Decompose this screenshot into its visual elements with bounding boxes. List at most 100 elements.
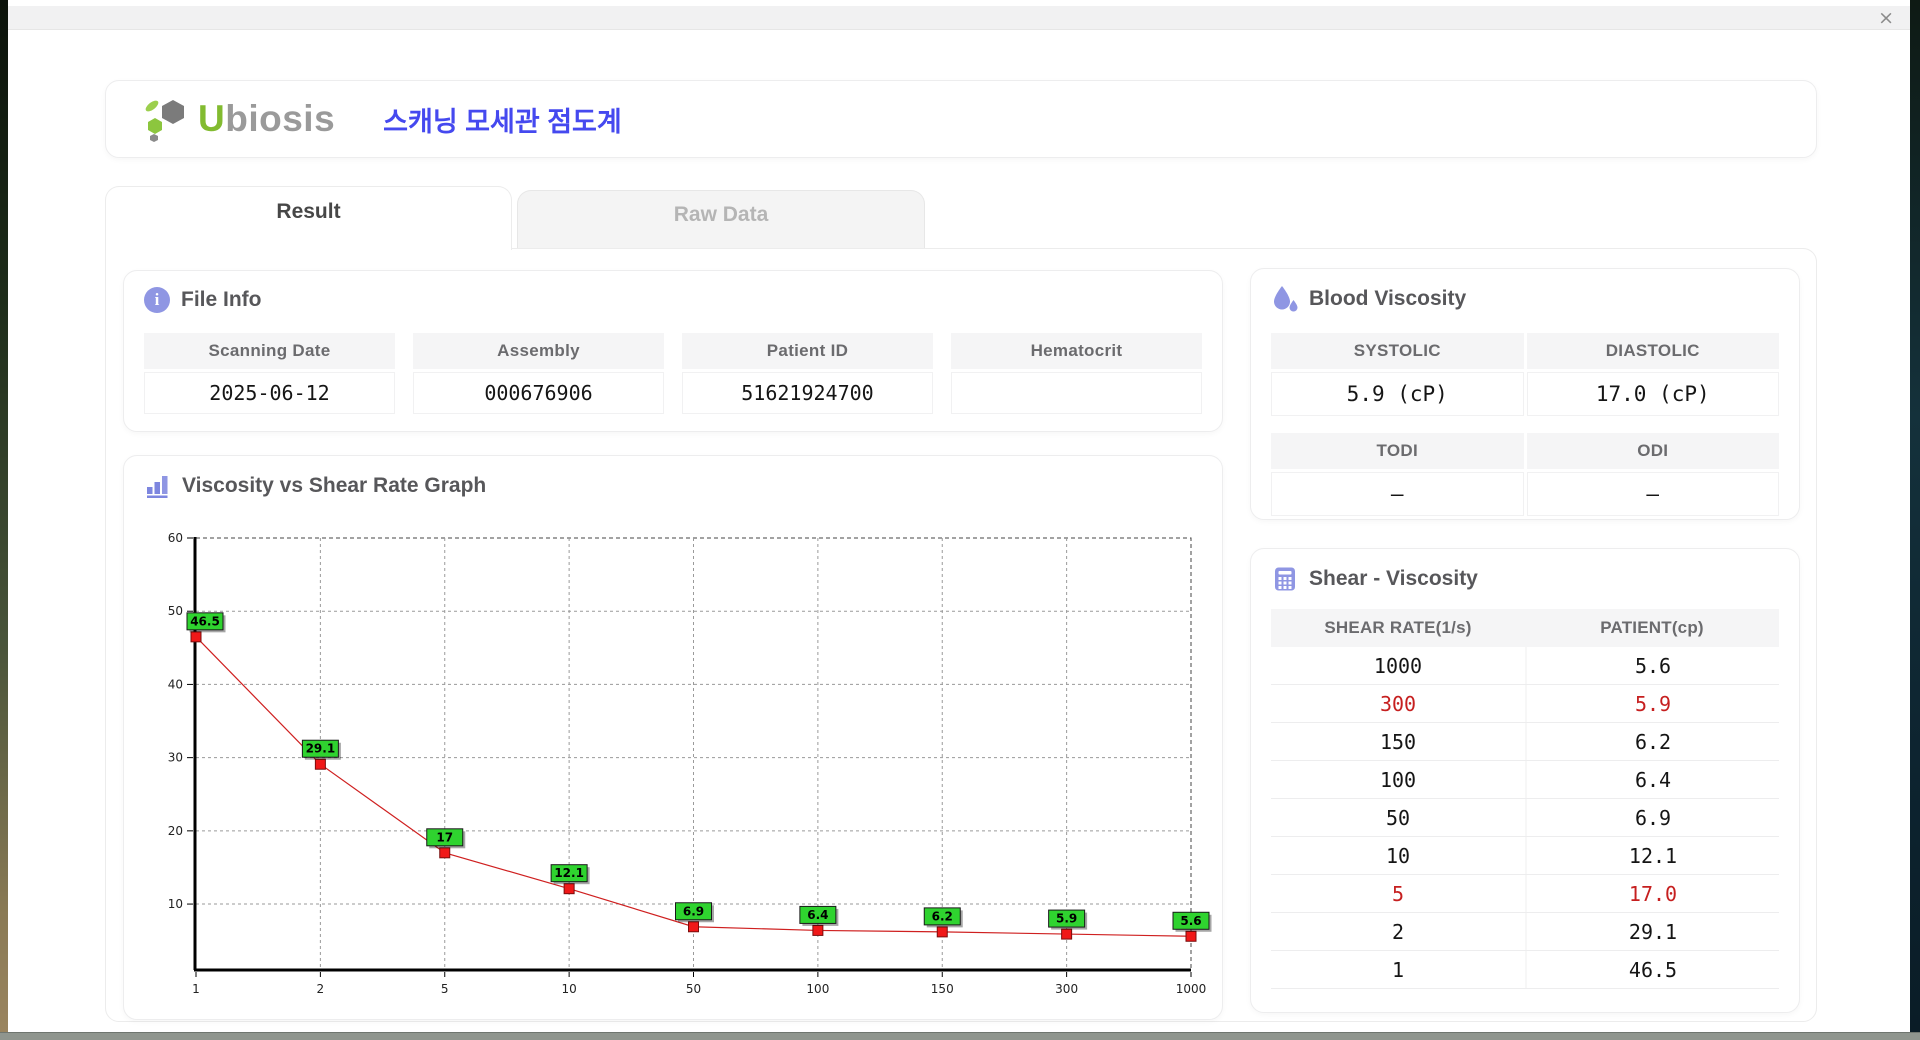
patient-viscosity-value: 46.5: [1525, 951, 1779, 988]
label-todi: TODI: [1271, 433, 1524, 469]
desktop-background: × Ubiosis 스캐닝 모세관 점도계 Result Raw Data i …: [0, 0, 1920, 1040]
svg-text:17: 17: [436, 830, 453, 844]
svg-text:6.9: 6.9: [683, 904, 704, 918]
shear-table-row-1000: 1000 5.6: [1271, 647, 1779, 685]
shear-rate-value: 150: [1379, 729, 1417, 754]
svg-text:30: 30: [168, 751, 183, 765]
shear-table-row-1: 1 46.5: [1271, 951, 1779, 989]
patient-viscosity-value: 6.4: [1525, 761, 1779, 798]
label-odi: ODI: [1526, 433, 1779, 469]
svg-text:100: 100: [806, 982, 829, 996]
desktop-wallpaper-left: [0, 0, 8, 1040]
svg-text:150: 150: [931, 982, 954, 996]
svg-text:50: 50: [686, 982, 701, 996]
patient-viscosity-value: 5.6: [1525, 647, 1779, 684]
app-window: × Ubiosis 스캐닝 모세관 점도계 Result Raw Data i …: [8, 0, 1910, 1032]
value-systolic: 5.9 (cP): [1271, 372, 1524, 416]
svg-text:2: 2: [317, 982, 325, 996]
tab-result[interactable]: Result: [105, 186, 512, 250]
shear-rate-value: 5: [1391, 881, 1405, 906]
ubiosis-logo-icon: [145, 100, 184, 142]
shear-table-row-100: 100 6.4: [1271, 761, 1779, 799]
svg-text:5.6: 5.6: [1180, 914, 1201, 928]
svg-text:46.5: 46.5: [190, 614, 220, 628]
file-info-table: Scanning Date Assembly Patient ID Hematocri…: [144, 333, 1202, 414]
app-title-korean: 스캐닝 모세관 점도계: [383, 106, 622, 137]
taskbar-edge: [0, 1032, 1920, 1040]
value-odi: –: [1526, 472, 1779, 516]
shear-table-row-150: 150 6.2: [1271, 723, 1779, 761]
field-value-hematocrit: [951, 372, 1202, 414]
blood-drops-icon: [1271, 285, 1298, 312]
svg-text:10: 10: [561, 982, 576, 996]
shear-rate-value: 1000: [1373, 653, 1423, 678]
shear-viscosity-card: Shear - Viscosity SHEAR RATE(1/s) PATIEN…: [1250, 548, 1800, 1013]
patient-viscosity-value: 6.9: [1525, 799, 1779, 836]
svg-text:300: 300: [1055, 982, 1078, 996]
viscosity-chart: 10 20 30 40 50 60 1 2 5 10 50 100 150 300 1000 46.5 29.1…: [168, 531, 1212, 996]
field-value-scanning-date: 2025-06-12: [144, 372, 395, 414]
brand-text: Ubiosis: [198, 98, 336, 139]
file-info-card: i File Info Scanning Date Assembly Patient…: [123, 270, 1223, 432]
svg-text:1000: 1000: [1176, 982, 1207, 996]
window-titlebar: ×: [8, 6, 1910, 30]
patient-viscosity-value: 17.0: [1525, 875, 1779, 912]
svg-text:12.1: 12.1: [554, 866, 584, 880]
shear-table-row-10: 10 12.1: [1271, 837, 1779, 875]
shear-rate-value: 2: [1391, 919, 1405, 944]
table-calculator-icon: [1271, 565, 1298, 592]
header-card: Ubiosis 스캐닝 모세관 점도계: [105, 80, 1817, 158]
svg-text:5.9: 5.9: [1056, 912, 1077, 926]
shear-table-header: SHEAR RATE(1/s) PATIENT(cp): [1271, 609, 1779, 647]
value-diastolic: 17.0 (cP): [1526, 372, 1779, 416]
patient-viscosity-value: 6.2: [1525, 723, 1779, 760]
patient-viscosity-value: 5.9: [1525, 685, 1779, 722]
field-label-patient-id: Patient ID: [682, 333, 933, 369]
shear-rate-value: 300: [1379, 691, 1417, 716]
patient-viscosity-value: 12.1: [1525, 837, 1779, 874]
patient-viscosity-value: 29.1: [1525, 913, 1779, 950]
blood-viscosity-title: Blood Viscosity: [1271, 285, 1466, 312]
shear-table-row-50: 50 6.9: [1271, 799, 1779, 837]
graph-card: Viscosity vs Shear Rate Graph 10 20 30 40 50…: [123, 455, 1223, 1020]
shear-rate-value: 100: [1379, 767, 1417, 792]
blood-viscosity-table: SYSTOLIC DIASTOLIC 5.9 (cP) 17.0 (cP) TODI OD…: [1271, 333, 1779, 516]
blood-viscosity-card: Blood Viscosity SYSTOLIC DIASTOLIC 5.9 (cP…: [1250, 268, 1800, 520]
close-icon[interactable]: ×: [1878, 7, 1894, 29]
svg-text:10: 10: [168, 897, 183, 911]
svg-text:40: 40: [168, 677, 183, 691]
tab-raw-data[interactable]: Raw Data: [517, 190, 925, 248]
bar-chart-icon: [144, 472, 171, 499]
shear-viscosity-title: Shear - Viscosity: [1271, 565, 1478, 592]
svg-text:5: 5: [441, 982, 449, 996]
shear-rate-value: 10: [1385, 843, 1411, 868]
label-systolic: SYSTOLIC: [1271, 333, 1524, 369]
svg-text:60: 60: [168, 531, 183, 545]
shear-rate-column-header: SHEAR RATE(1/s): [1324, 618, 1472, 637]
shear-table-row-2: 2 29.1: [1271, 913, 1779, 951]
desktop-wallpaper-right: [1910, 0, 1920, 1040]
field-value-assembly: 000676906: [413, 372, 664, 414]
field-label-hematocrit: Hematocrit: [951, 333, 1202, 369]
graph-title: Viscosity vs Shear Rate Graph: [144, 472, 486, 499]
file-info-title: i File Info: [144, 287, 262, 313]
value-todi: –: [1271, 472, 1524, 516]
info-icon: i: [144, 287, 170, 313]
svg-text:1: 1: [192, 982, 200, 996]
svg-text:29.1: 29.1: [306, 742, 336, 756]
field-value-patient-id: 51621924700: [682, 372, 933, 414]
shear-viscosity-table: SHEAR RATE(1/s) PATIENT(cp) 1000 5.6 300 5.…: [1271, 609, 1779, 989]
field-label-assembly: Assembly: [413, 333, 664, 369]
shear-rate-value: 50: [1385, 805, 1411, 830]
svg-text:20: 20: [168, 824, 183, 838]
shear-table-row-5: 5 17.0: [1271, 875, 1779, 913]
field-label-scanning-date: Scanning Date: [144, 333, 395, 369]
svg-text:6.4: 6.4: [807, 908, 828, 922]
patient-column-header: PATIENT(cp): [1600, 618, 1704, 637]
svg-text:6.2: 6.2: [932, 909, 953, 923]
shear-table-row-300: 300 5.9: [1271, 685, 1779, 723]
ubiosis-logo: Ubiosis: [140, 96, 335, 142]
label-diastolic: DIASTOLIC: [1526, 333, 1779, 369]
shear-rate-value: 1: [1391, 957, 1405, 982]
